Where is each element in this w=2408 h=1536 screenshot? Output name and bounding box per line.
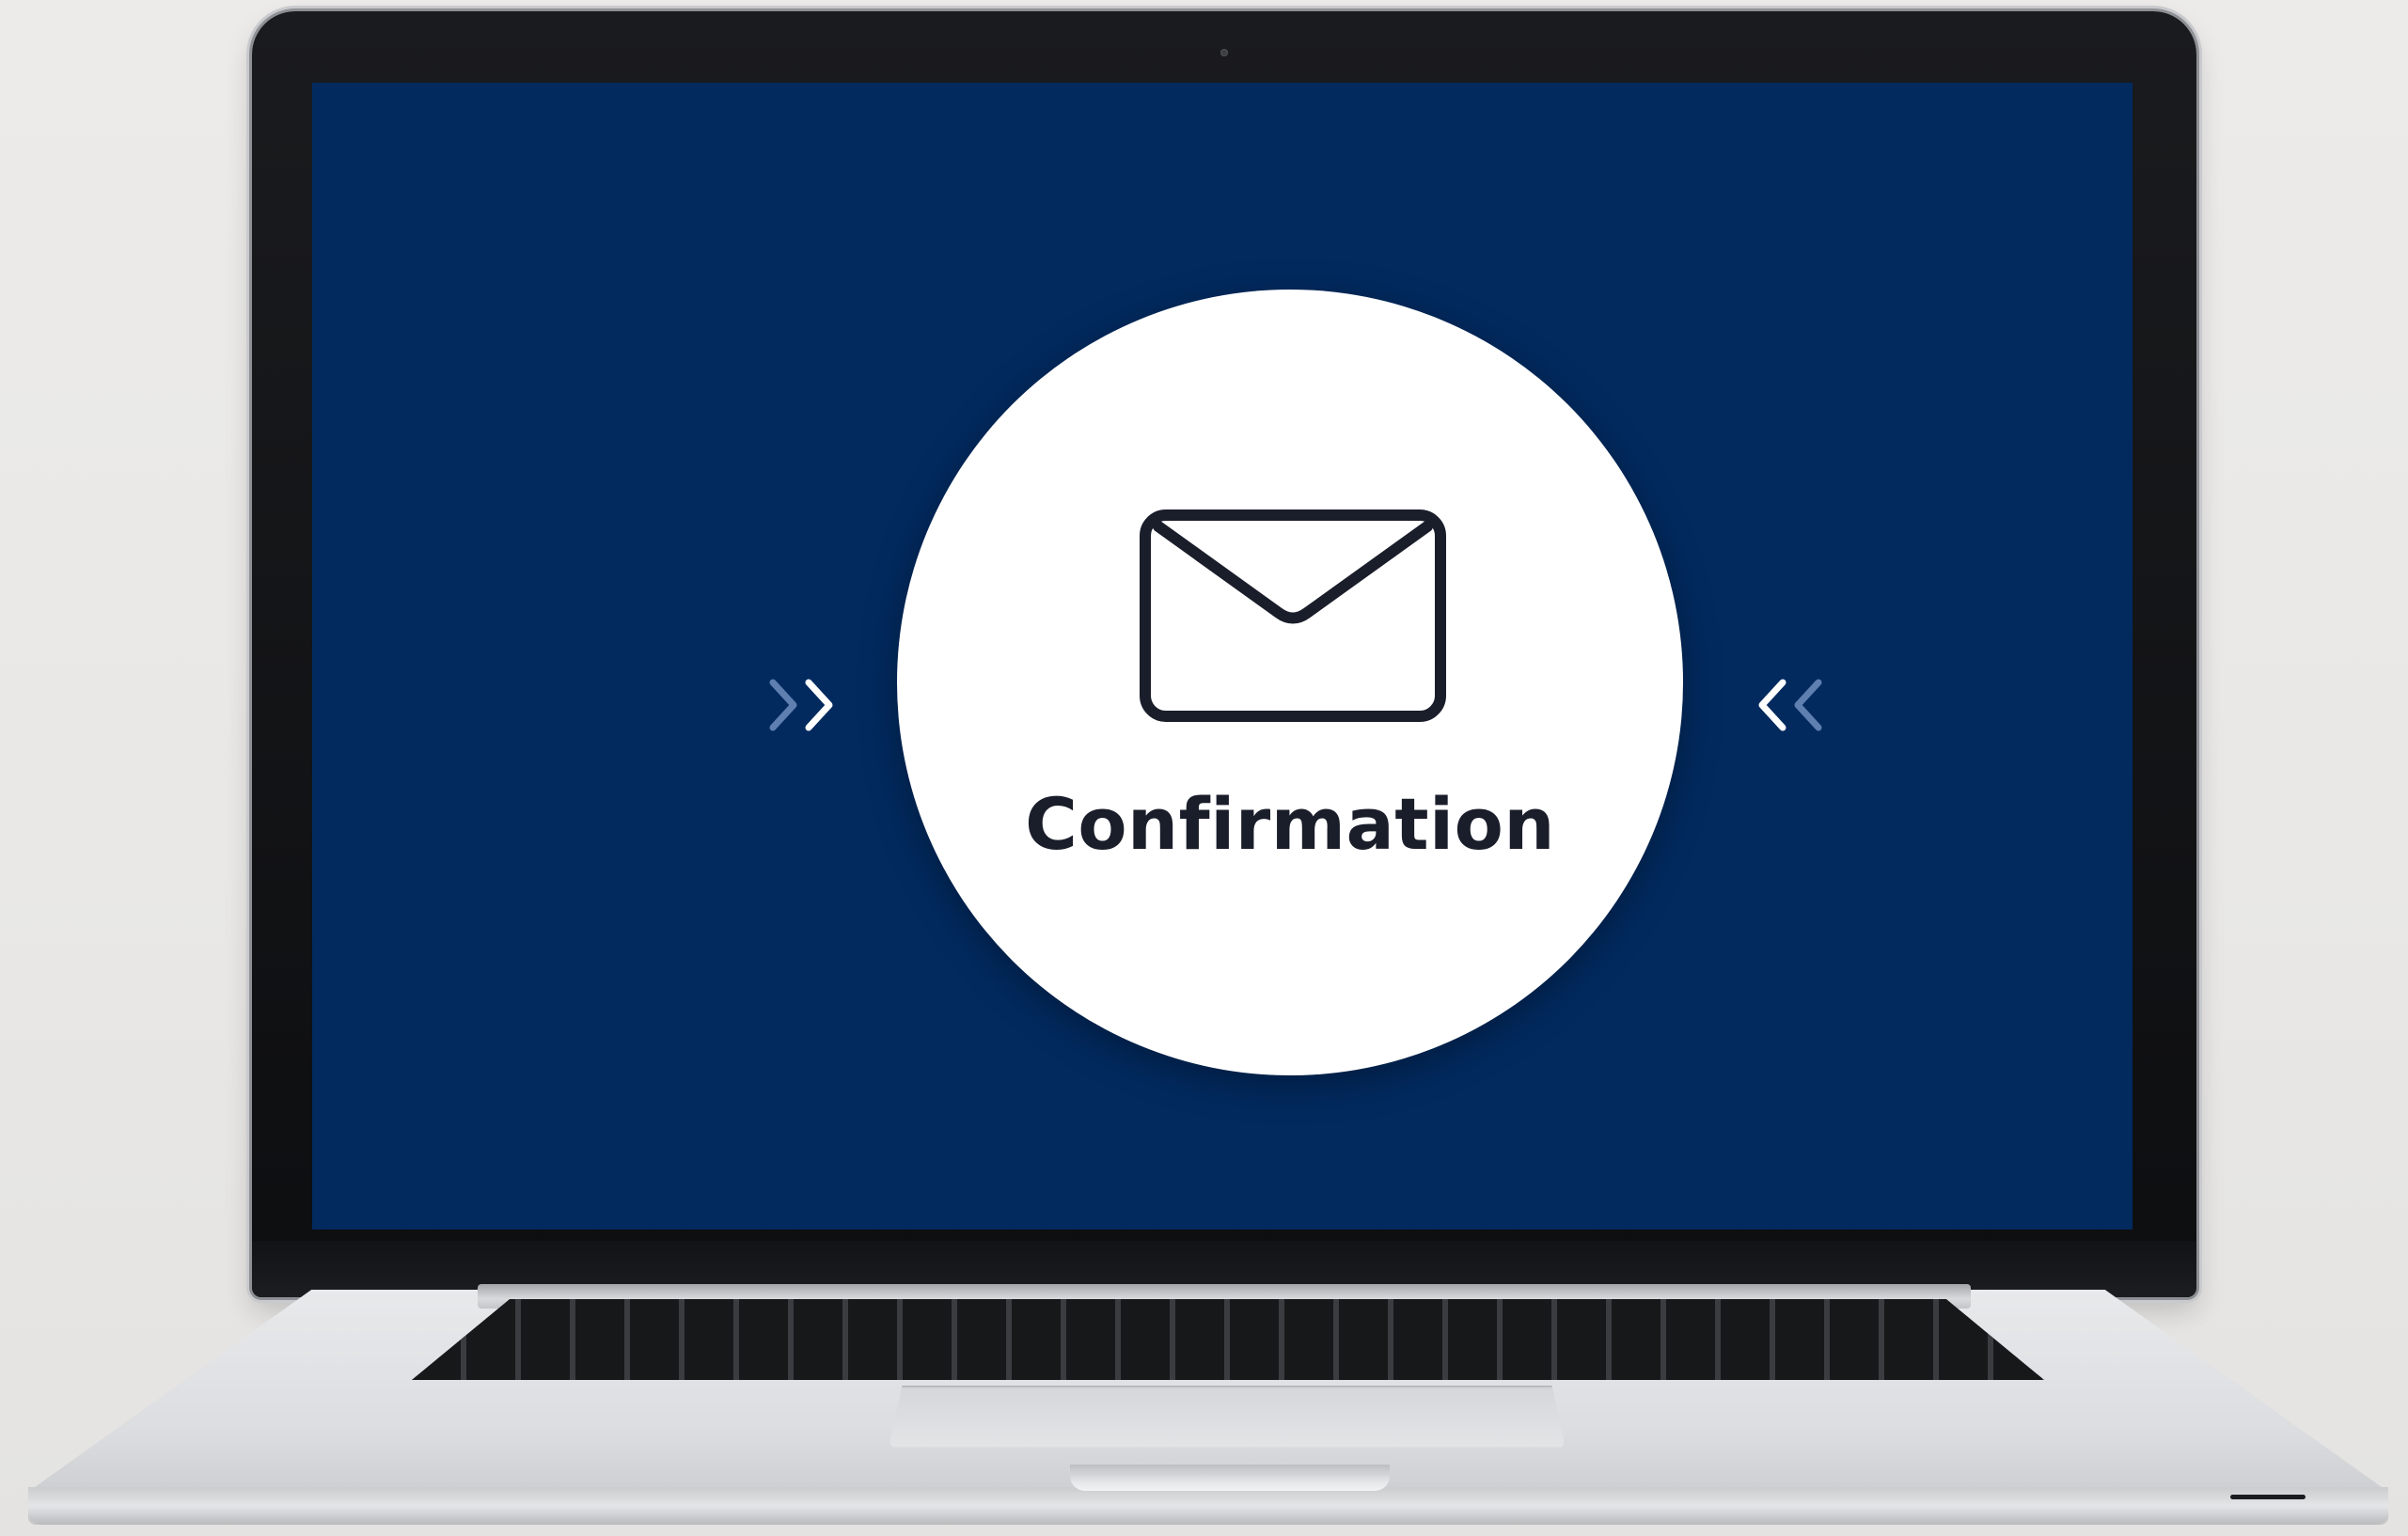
confirmation-label: Confirmation	[1025, 782, 1555, 866]
envelope-icon	[1140, 509, 1446, 722]
front-edge	[28, 1487, 2388, 1525]
confirmation-card: Confirmation	[897, 290, 1683, 1075]
trackpad	[889, 1386, 1566, 1448]
webcam	[1220, 49, 1228, 56]
laptop-screen: Confirmation	[312, 83, 2133, 1230]
keyboard	[412, 1299, 2044, 1380]
sleep-indicator-light	[2230, 1495, 2306, 1499]
double-chevron-right-icon	[769, 679, 833, 731]
double-chevron-left-icon	[1758, 679, 1822, 731]
laptop-lid: Confirmation	[252, 11, 2196, 1297]
lid-open-notch	[1070, 1465, 1390, 1491]
